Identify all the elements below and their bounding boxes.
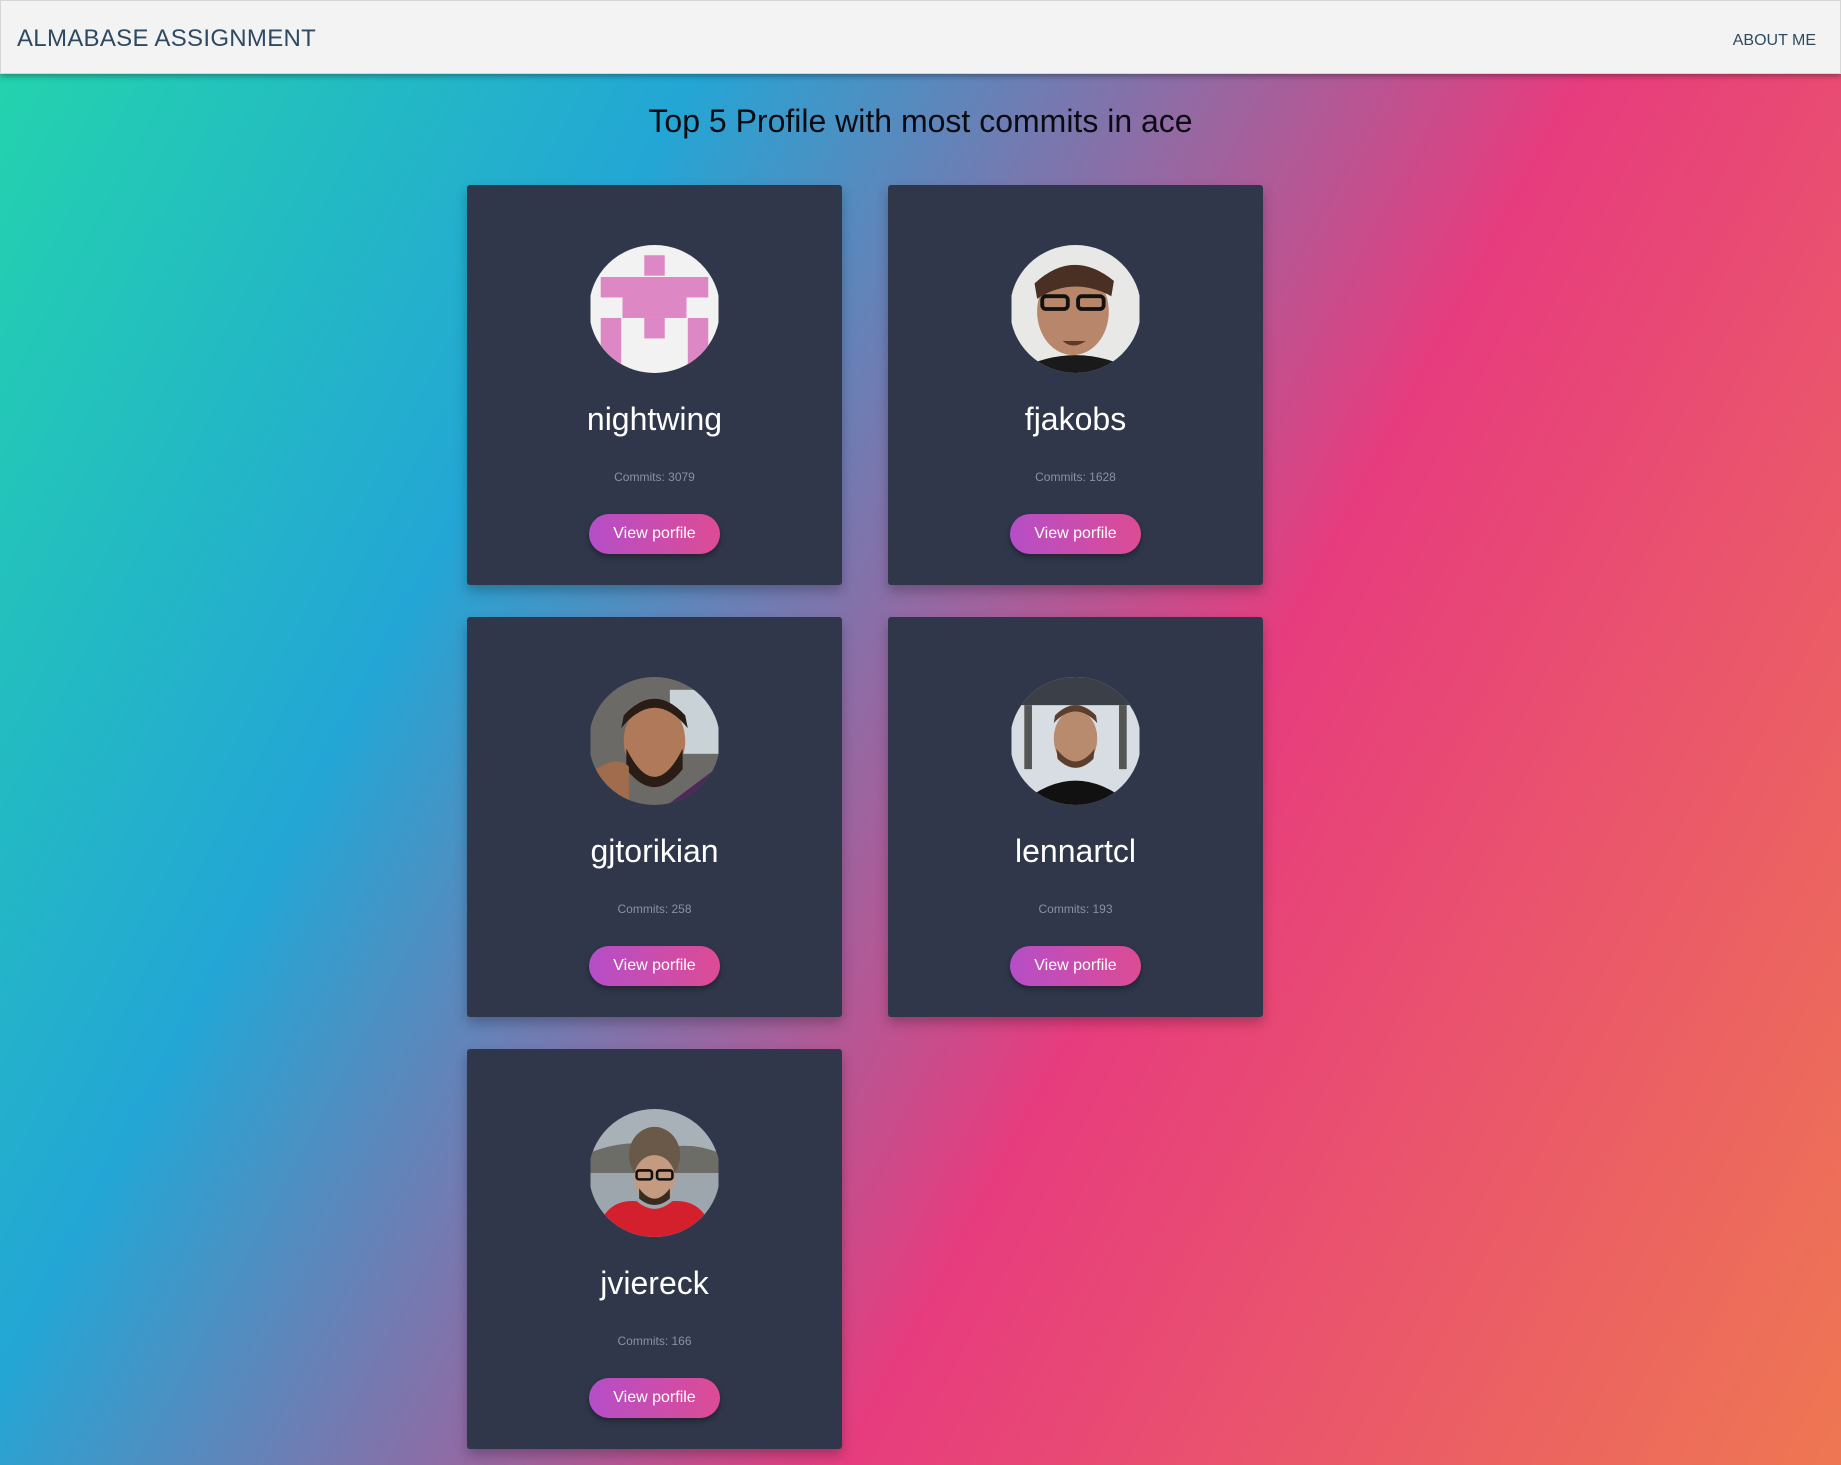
user-photo-icon	[1011, 245, 1140, 373]
profile-username: fjakobs	[1024, 401, 1127, 437]
profile-card: lennartcl Commits: 193 View porfile	[888, 617, 1263, 1017]
profile-username: jviereck	[600, 1265, 709, 1301]
profile-card: gjtorikian Commits: 258 View porfile	[467, 617, 842, 1017]
user-photo-icon	[590, 1109, 719, 1237]
brand-title[interactable]: ALMABASE ASSIGNMENT	[17, 25, 316, 53]
identicon-avatar-icon	[590, 245, 719, 373]
profile-username: nightwing	[586, 401, 723, 437]
profile-card: jviereck Commits: 166 View porfile	[467, 1049, 842, 1449]
user-photo-icon	[1011, 677, 1140, 805]
view-profile-button[interactable]: View porfile	[589, 946, 720, 986]
avatar	[1010, 245, 1141, 373]
view-profile-button[interactable]: View porfile	[1010, 946, 1141, 986]
avatar	[589, 245, 720, 373]
view-profile-button[interactable]: View porfile	[1010, 514, 1141, 554]
navbar: ALMABASE ASSIGNMENT ABOUT ME	[0, 0, 1841, 74]
profile-commits: Commits: 166	[617, 1334, 692, 1348]
profile-card: fjakobs Commits: 1628 View porfile	[888, 185, 1263, 585]
user-photo-icon	[590, 677, 719, 805]
profile-commits: Commits: 193	[1038, 902, 1113, 916]
avatar	[589, 677, 720, 805]
view-profile-button[interactable]: View porfile	[589, 1378, 720, 1418]
profile-grid: nightwing Commits: 3079 View porfile fja…	[467, 185, 1263, 1449]
profile-username: gjtorikian	[590, 833, 719, 869]
profile-card: nightwing Commits: 3079 View porfile	[467, 185, 842, 585]
avatar	[589, 1109, 720, 1237]
profile-commits: Commits: 1628	[1035, 470, 1116, 484]
about-me-link[interactable]: ABOUT ME	[1733, 32, 1816, 50]
profile-commits: Commits: 3079	[614, 470, 695, 484]
page-title: Top 5 Profile with most commits in ace	[648, 103, 1193, 139]
profile-username: lennartcl	[1015, 833, 1136, 869]
profile-commits: Commits: 258	[617, 902, 692, 916]
avatar	[1010, 677, 1141, 805]
view-profile-button[interactable]: View porfile	[589, 514, 720, 554]
